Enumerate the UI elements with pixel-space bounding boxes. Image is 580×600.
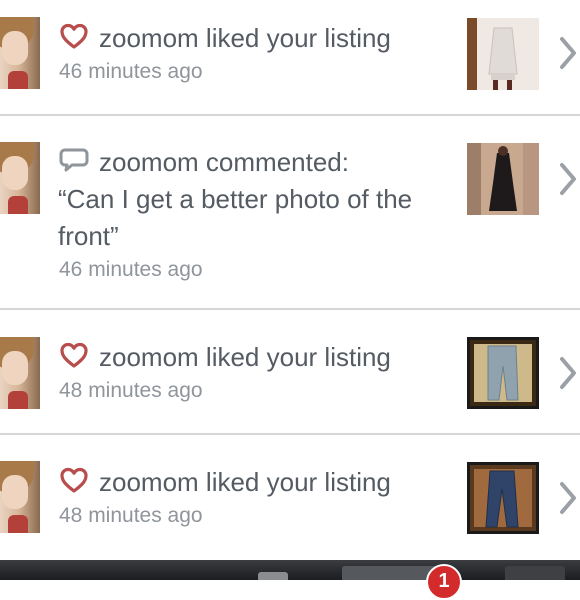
user-avatar[interactable] bbox=[0, 142, 40, 214]
notification-text: zoomom liked your listing bbox=[99, 342, 391, 372]
notification-time: 46 minutes ago bbox=[59, 258, 203, 281]
comment-bubble-icon bbox=[59, 148, 89, 172]
comment-text-line-2: front” bbox=[58, 221, 119, 251]
tab-bar bbox=[0, 560, 580, 580]
chevron-right-icon[interactable] bbox=[558, 478, 580, 518]
notification-time: 46 minutes ago bbox=[59, 60, 203, 83]
notification-time: 48 minutes ago bbox=[59, 504, 203, 527]
notification-item[interactable]: zoomom commented: “Can I get a better ph… bbox=[0, 116, 580, 308]
user-avatar[interactable] bbox=[0, 17, 40, 89]
tab-item[interactable] bbox=[258, 572, 288, 580]
notification-count-badge: 1 bbox=[426, 564, 462, 600]
listing-thumbnail[interactable] bbox=[467, 143, 539, 215]
user-avatar[interactable] bbox=[0, 461, 40, 533]
notification-item[interactable]: zoomom liked your listing 48 minutes ago bbox=[0, 310, 580, 433]
chevron-right-icon[interactable] bbox=[558, 353, 580, 393]
notification-item[interactable]: zoomom liked your listing 46 minutes ago bbox=[0, 0, 580, 114]
notification-text: zoomom commented: bbox=[99, 147, 349, 177]
notification-time: 48 minutes ago bbox=[59, 379, 203, 402]
notification-text: zoomom liked your listing bbox=[99, 467, 391, 497]
notification-text: zoomom liked your listing bbox=[99, 23, 391, 53]
listing-thumbnail[interactable] bbox=[467, 462, 539, 534]
chevron-right-icon[interactable] bbox=[558, 159, 580, 199]
user-avatar[interactable] bbox=[0, 337, 40, 409]
listing-thumbnail[interactable] bbox=[467, 18, 539, 90]
chevron-right-icon[interactable] bbox=[558, 33, 580, 73]
tab-item[interactable] bbox=[112, 566, 162, 580]
comment-text-line-1: “Can I get a better photo of the bbox=[58, 184, 413, 214]
heart-icon bbox=[60, 342, 88, 368]
listing-thumbnail[interactable] bbox=[467, 337, 539, 409]
notification-item[interactable]: zoomom liked your listing 48 minutes ago bbox=[0, 435, 580, 560]
tab-item[interactable] bbox=[505, 566, 565, 580]
heart-icon bbox=[60, 467, 88, 493]
heart-icon bbox=[60, 23, 88, 49]
